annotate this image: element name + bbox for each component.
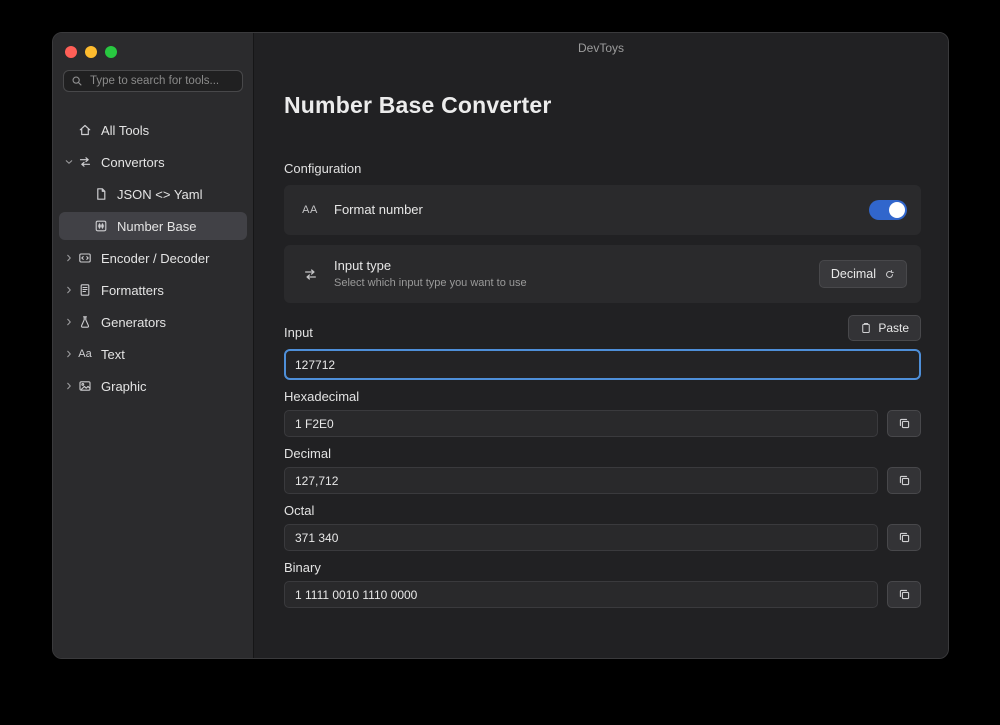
sidebar-item-label: Convertors bbox=[101, 155, 165, 170]
chevron-right-icon bbox=[61, 381, 77, 391]
search-box bbox=[63, 70, 243, 92]
format-number-toggle[interactable] bbox=[869, 200, 907, 220]
hexadecimal-row: 1 F2E0 bbox=[284, 410, 921, 437]
copy-button[interactable] bbox=[887, 581, 921, 608]
sidebar-nav: All Tools Convertors bbox=[53, 116, 253, 400]
copy-icon bbox=[898, 417, 911, 430]
sidebar-item-label: Formatters bbox=[101, 283, 164, 298]
home-icon bbox=[77, 123, 93, 137]
copy-button[interactable] bbox=[887, 524, 921, 551]
sidebar-item-formatters[interactable]: Formatters bbox=[59, 276, 247, 304]
app-window: All Tools Convertors bbox=[52, 32, 949, 659]
chevron-down-icon bbox=[61, 157, 77, 167]
sidebar-item-label: Graphic bbox=[101, 379, 147, 394]
sidebar: All Tools Convertors bbox=[53, 33, 254, 658]
binary-label: Binary bbox=[284, 560, 921, 575]
sidebar-item-number-base[interactable]: Number Base bbox=[59, 212, 247, 240]
input-label: Input bbox=[284, 325, 313, 341]
titlebar: DevToys bbox=[254, 33, 948, 63]
paste-button-label: Paste bbox=[878, 321, 909, 335]
encoder-icon bbox=[77, 251, 93, 265]
formatter-icon bbox=[77, 283, 93, 297]
sidebar-item-graphic[interactable]: Graphic bbox=[59, 372, 247, 400]
octal-label: Octal bbox=[284, 503, 921, 518]
main-content: DevToys Number Base Converter Configurat… bbox=[254, 33, 948, 658]
input-field[interactable] bbox=[284, 349, 921, 380]
image-icon bbox=[77, 379, 93, 393]
close-button[interactable] bbox=[65, 46, 77, 58]
dropdown-icon bbox=[884, 269, 895, 280]
window-title: DevToys bbox=[578, 41, 624, 55]
sidebar-item-convertors[interactable]: Convertors bbox=[59, 148, 247, 176]
sidebar-item-all-tools[interactable]: All Tools bbox=[59, 116, 247, 144]
swap-icon bbox=[298, 267, 322, 282]
input-type-card: Input type Select which input type you w… bbox=[284, 245, 921, 303]
format-number-icon: AA bbox=[298, 204, 322, 216]
chevron-right-icon bbox=[61, 285, 77, 295]
chevron-right-icon bbox=[61, 317, 77, 327]
sidebar-item-label: Text bbox=[101, 347, 125, 362]
binary-row: 1 1111 0010 1110 0000 bbox=[284, 581, 921, 608]
octal-value[interactable]: 371 340 bbox=[284, 524, 878, 551]
paste-button[interactable]: Paste bbox=[848, 315, 921, 341]
decimal-value[interactable]: 127,712 bbox=[284, 467, 878, 494]
configuration-section-label: Configuration bbox=[284, 161, 921, 177]
sidebar-item-label: All Tools bbox=[101, 123, 149, 138]
sidebar-item-encoder-decoder[interactable]: Encoder / Decoder bbox=[59, 244, 247, 272]
format-number-label: Format number bbox=[334, 202, 423, 218]
page-title: Number Base Converter bbox=[284, 91, 921, 119]
decimal-row: 127,712 bbox=[284, 467, 921, 494]
input-type-select[interactable]: Decimal bbox=[819, 260, 907, 288]
sidebar-item-label: JSON <> Yaml bbox=[117, 187, 203, 202]
text-icon: Aa bbox=[77, 348, 93, 360]
search-icon bbox=[71, 75, 83, 87]
copy-button[interactable] bbox=[887, 410, 921, 437]
clipboard-icon bbox=[860, 322, 872, 334]
number-base-icon bbox=[93, 219, 109, 233]
hexadecimal-value[interactable]: 1 F2E0 bbox=[284, 410, 878, 437]
generator-icon bbox=[77, 315, 93, 329]
minimize-button[interactable] bbox=[85, 46, 97, 58]
hexadecimal-label: Hexadecimal bbox=[284, 389, 921, 404]
binary-value[interactable]: 1 1111 0010 1110 0000 bbox=[284, 581, 878, 608]
chevron-right-icon bbox=[61, 253, 77, 263]
input-type-selected-value: Decimal bbox=[831, 267, 876, 281]
sidebar-item-generators[interactable]: Generators bbox=[59, 308, 247, 336]
sidebar-item-json-yaml[interactable]: JSON <> Yaml bbox=[59, 180, 247, 208]
sidebar-item-label: Number Base bbox=[117, 219, 196, 234]
window-controls bbox=[53, 33, 253, 58]
zoom-button[interactable] bbox=[105, 46, 117, 58]
copy-icon bbox=[898, 474, 911, 487]
octal-row: 371 340 bbox=[284, 524, 921, 551]
sidebar-item-label: Generators bbox=[101, 315, 166, 330]
copy-icon bbox=[898, 588, 911, 601]
chevron-right-icon bbox=[61, 349, 77, 359]
convert-icon bbox=[77, 155, 93, 169]
decimal-label: Decimal bbox=[284, 446, 921, 461]
sidebar-item-text[interactable]: Aa Text bbox=[59, 340, 247, 368]
toggle-knob bbox=[889, 202, 905, 218]
document-icon bbox=[93, 187, 109, 201]
format-number-card: AA Format number bbox=[284, 185, 921, 235]
sidebar-item-label: Encoder / Decoder bbox=[101, 251, 209, 266]
input-type-label: Input type bbox=[334, 258, 527, 274]
copy-icon bbox=[898, 531, 911, 544]
input-type-description: Select which input type you want to use bbox=[334, 277, 527, 290]
search-input[interactable] bbox=[88, 74, 235, 88]
copy-button[interactable] bbox=[887, 467, 921, 494]
